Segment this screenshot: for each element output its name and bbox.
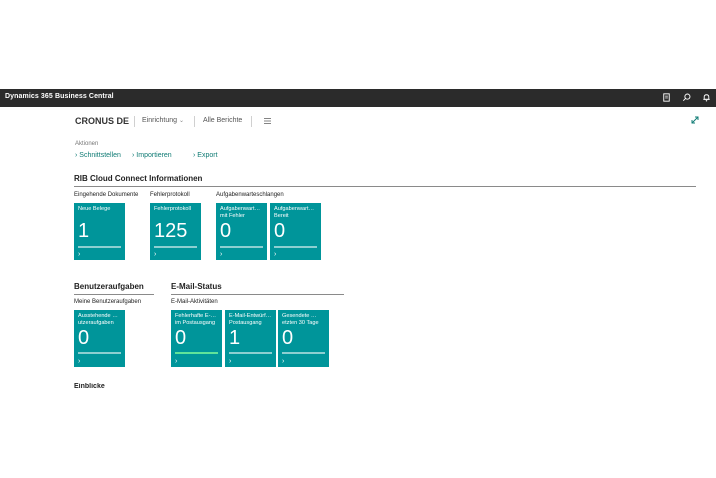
tile-title: Aufgabenwart… Bereit (274, 206, 315, 219)
app-title: Dynamics 365 Business Central (5, 93, 114, 100)
tile-error-log[interactable]: Fehlerprotokoll 125 › (150, 203, 201, 260)
tile-value: 0 (274, 220, 286, 242)
tile-value: 0 (175, 327, 187, 349)
tile-bar (282, 352, 325, 354)
group-label-my-tasks: Meine Benutzeraufgaben (74, 299, 142, 305)
bell-icon[interactable] (701, 92, 712, 103)
chevron-right-icon: › (78, 251, 81, 258)
rib-section-divider (74, 186, 696, 187)
group-label-jobqueues: Aufgabenwarteschlangen (216, 192, 284, 198)
tile-bar (229, 352, 272, 354)
hamburger-icon[interactable] (263, 117, 272, 125)
action-label: Importieren (136, 152, 172, 159)
expand-icon[interactable] (690, 115, 700, 125)
chevron-right-icon: › (282, 358, 285, 365)
tile-title: Fehlerprotokoll (154, 206, 191, 212)
tile-value: 1 (229, 327, 241, 349)
actions-label: Aktionen (75, 141, 99, 147)
nav-divider (194, 116, 195, 127)
tile-title: Fehlerhafte E-… im Postausgang (175, 313, 217, 326)
nav-divider (134, 116, 135, 127)
chevron-right-icon: › (175, 358, 178, 365)
tile-title: Ausstehende …utzeraufgaben (78, 313, 118, 326)
tile-value: 0 (282, 327, 294, 349)
tile-bar (78, 352, 121, 354)
chevron-right-icon: › (75, 152, 78, 159)
tile-jobqueue-ready[interactable]: Aufgabenwart… Bereit 0 › (270, 203, 321, 260)
chevron-right-icon: › (193, 152, 196, 159)
tile-value: 1 (78, 220, 90, 242)
action-import[interactable]: › Importieren (132, 152, 172, 159)
chevron-right-icon: › (229, 358, 232, 365)
tile-title: Neue Belege (78, 206, 111, 212)
tile-value: 0 (220, 220, 232, 242)
chevron-right-icon: › (220, 251, 223, 258)
tile-sent-emails[interactable]: Gesendete …etzten 30 Tage 0 › (278, 310, 329, 367)
tile-title: Aufgabenwart… mit Fehler (220, 206, 261, 219)
tile-new-documents[interactable]: Neue Belege 1 › (74, 203, 125, 260)
tile-failed-emails[interactable]: Fehlerhafte E-… im Postausgang 0 › (171, 310, 222, 367)
company-name[interactable]: CRONUS DE (75, 116, 129, 126)
rib-section-title: RIB Cloud Connect Informationen (74, 174, 203, 183)
tile-bar (274, 246, 317, 248)
chevron-right-icon: › (78, 358, 81, 365)
all-reports-link[interactable]: Alle Berichte (203, 117, 242, 124)
chevron-right-icon: › (132, 152, 135, 159)
action-interfaces[interactable]: › Schnittstellen (75, 152, 121, 159)
tile-bar (78, 246, 121, 248)
tile-bar (154, 246, 197, 248)
tile-draft-emails[interactable]: E-Mail-Entwürf… Postausgang 1 › (225, 310, 276, 367)
action-label: Export (197, 152, 218, 159)
tile-bar (175, 352, 218, 354)
document-icon[interactable] (661, 92, 672, 103)
email-divider (171, 294, 344, 295)
user-tasks-divider (74, 294, 154, 295)
nav-divider (251, 116, 252, 127)
tile-value: 125 (154, 220, 188, 242)
user-tasks-section-title: Benutzeraufgaben (74, 282, 144, 291)
action-label: Schnittstellen (79, 152, 121, 159)
tile-pending-user-tasks[interactable]: Ausstehende …utzeraufgaben 0 › (74, 310, 125, 367)
setup-label: Einrichtung (142, 117, 178, 124)
tile-value: 0 (78, 327, 90, 349)
tile-title: Gesendete …etzten 30 Tage (282, 313, 319, 326)
group-label-incoming: Eingehende Dokumente (74, 192, 139, 198)
action-export[interactable]: › Export (193, 152, 218, 159)
app-bar: Dynamics 365 Business Central (0, 89, 716, 107)
group-label-errorlog: Fehlerprotokoll (150, 192, 190, 198)
chevron-right-icon: › (154, 251, 157, 258)
setup-menu[interactable]: Einrichtung ⌄ (142, 117, 184, 124)
tile-jobqueue-errors[interactable]: Aufgabenwart… mit Fehler 0 › (216, 203, 267, 260)
insights-section-title: Einblicke (74, 383, 105, 389)
tile-title: E-Mail-Entwürf… Postausgang (229, 313, 272, 326)
tile-bar (220, 246, 263, 248)
chevron-down-icon: ⌄ (178, 118, 185, 124)
search-icon[interactable] (681, 92, 692, 103)
chevron-right-icon: › (274, 251, 277, 258)
group-label-email-activities: E-Mail-Aktivitäten (171, 299, 218, 305)
email-section-title: E-Mail-Status (171, 282, 222, 291)
